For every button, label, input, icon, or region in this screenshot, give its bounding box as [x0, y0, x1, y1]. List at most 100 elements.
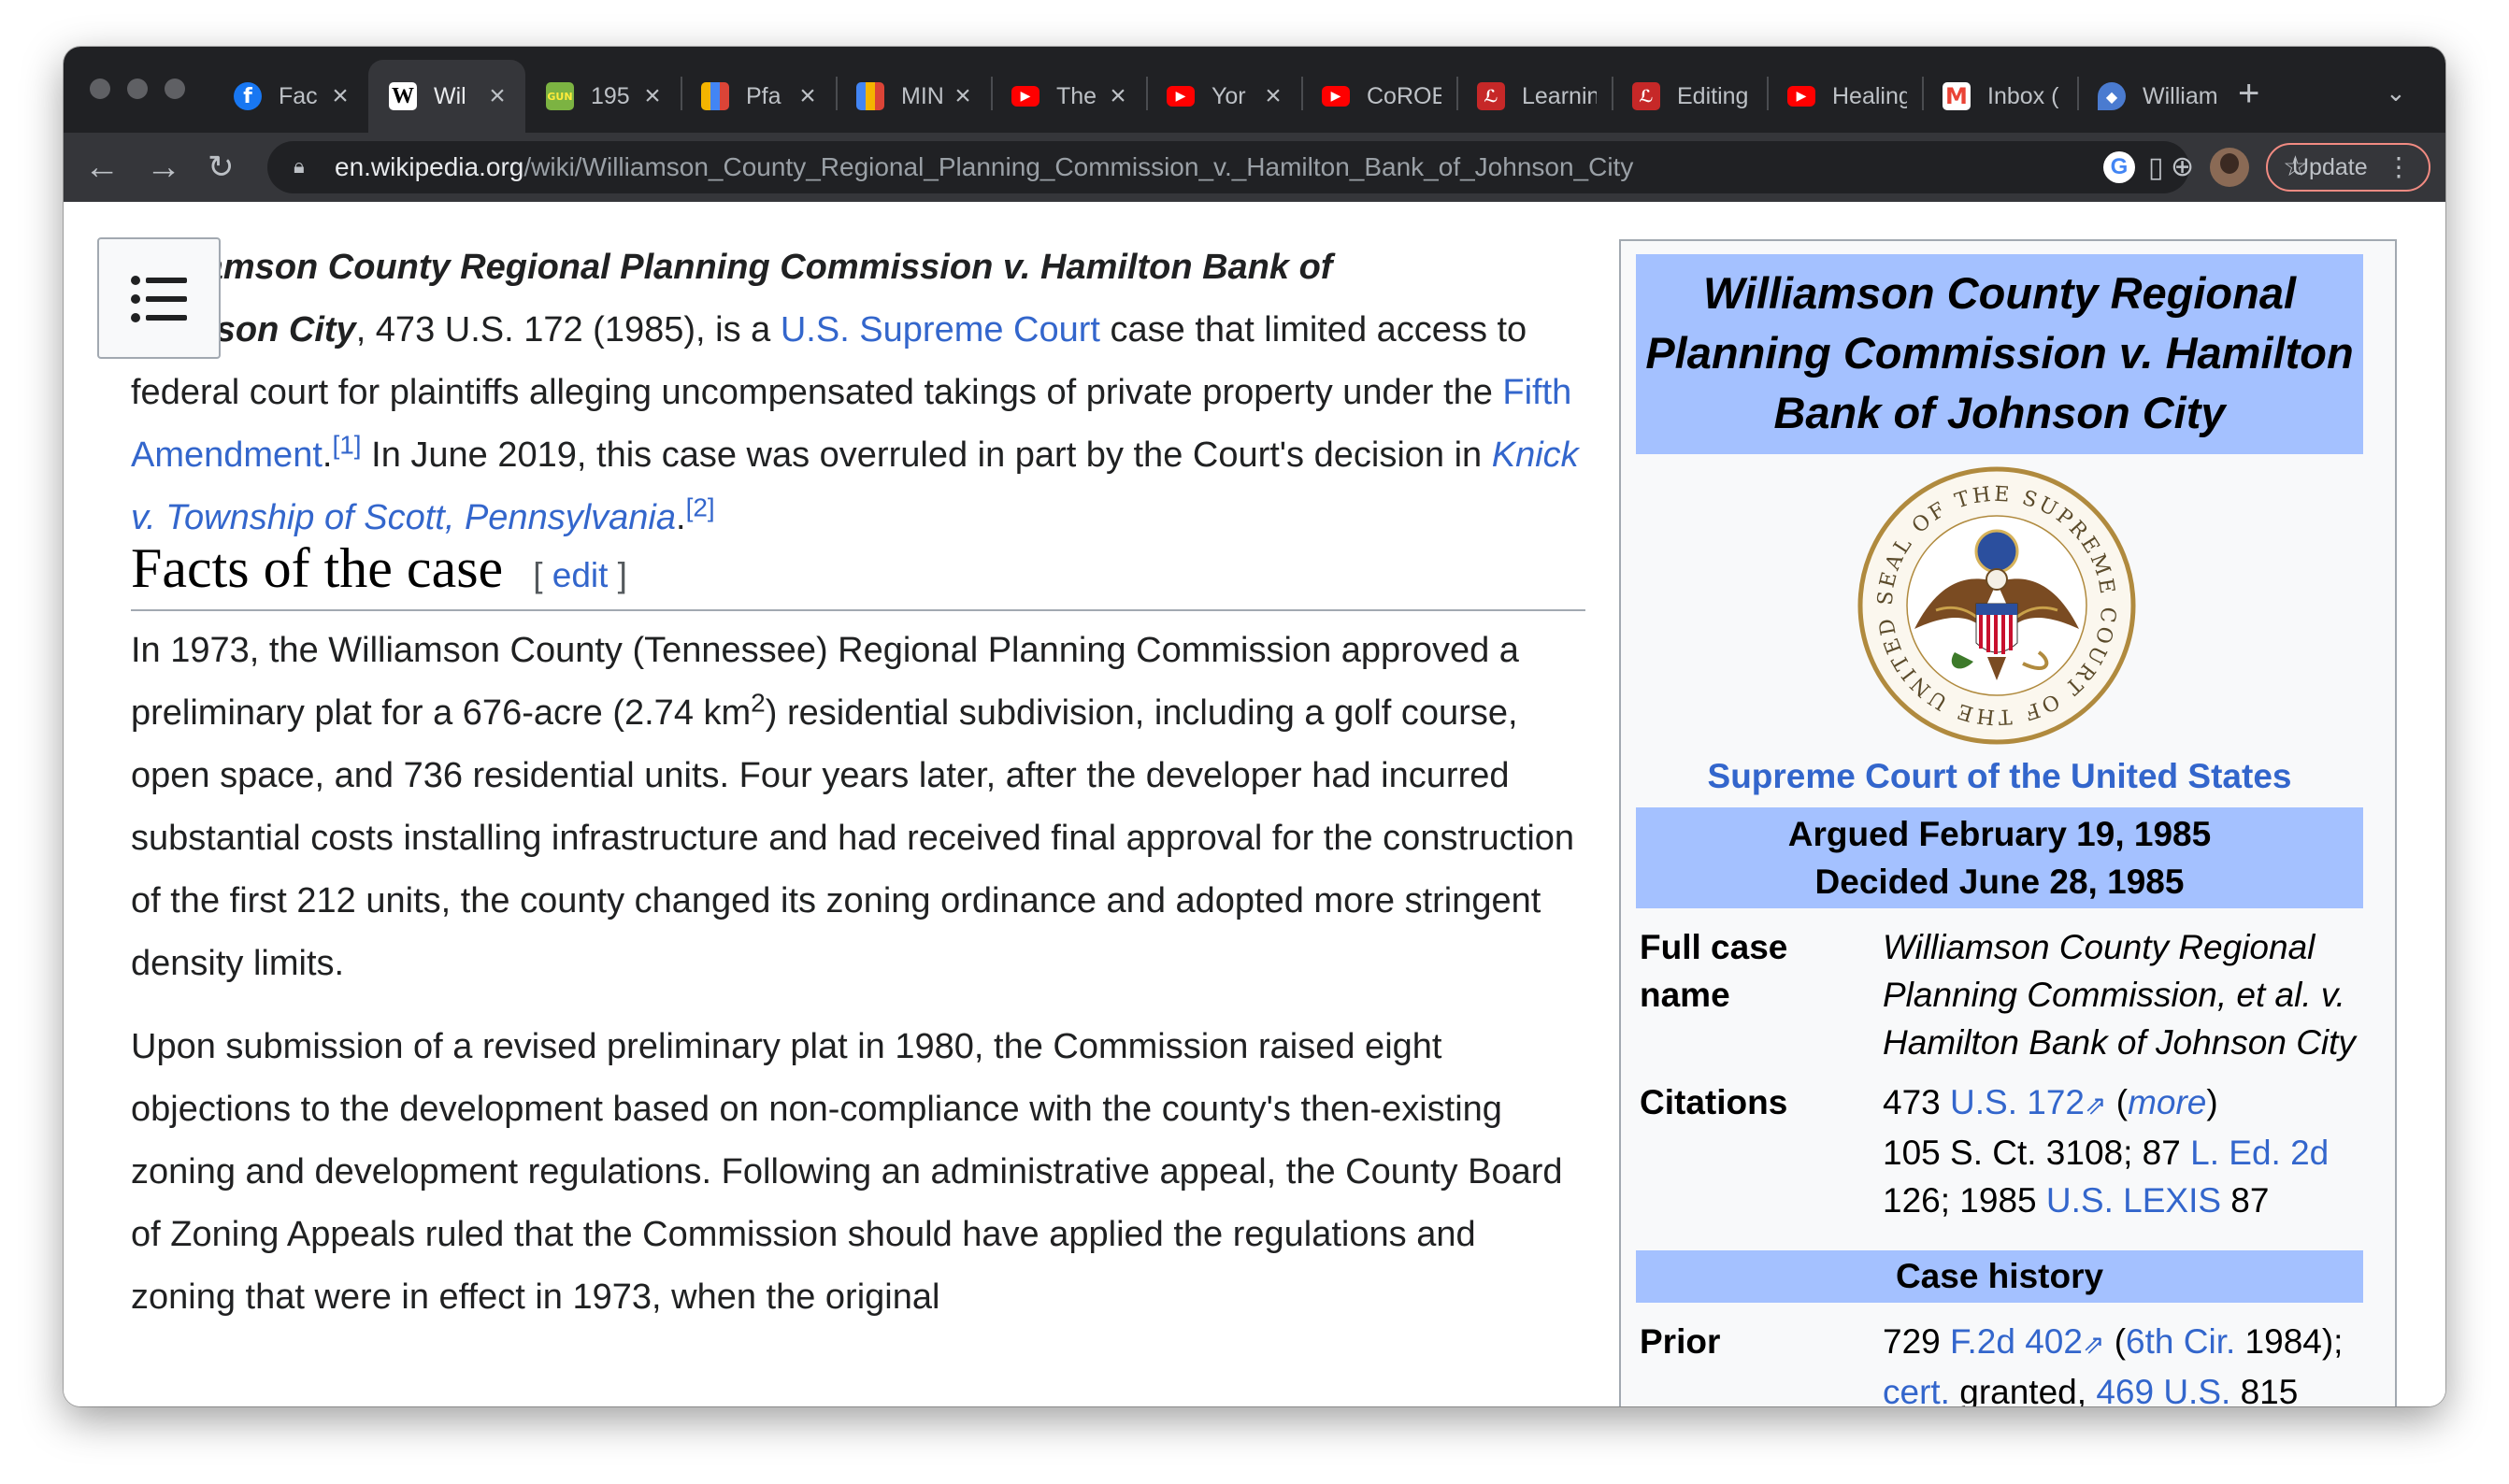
tab-title: Pfa [746, 82, 781, 109]
wikipedia-icon: W [389, 82, 417, 110]
learning-icon: ℒ [1632, 82, 1660, 110]
list-icon [131, 276, 187, 322]
link-cert[interactable]: cert. [1883, 1373, 1950, 1406]
paragraph: Upon submission of a revised preliminary… [131, 1027, 1563, 1317]
chart-icon [856, 82, 884, 110]
tab-youtube-the[interactable]: ▶ The × [991, 60, 1146, 133]
window-zoom-button[interactable] [165, 78, 185, 99]
update-label: Update [2292, 154, 2368, 180]
tab-inbox[interactable]: M Inbox ( [1922, 60, 2077, 133]
link-f2d-402[interactable]: F.2d 402 [1950, 1322, 2083, 1361]
window-close-button[interactable] [90, 78, 110, 99]
page-content: Williamson County Regional Planning Comm… [64, 202, 2445, 1406]
external-link-icon: ⇗ [2082, 1330, 2105, 1359]
tab-editing[interactable]: ℒ Editing [1612, 60, 1767, 133]
tab-gun[interactable]: GUN 195 × [525, 60, 681, 133]
citations-value: 473 U.S. 172⇗ (more) 105 S. Ct. 3108; 87… [1883, 1083, 2330, 1220]
full-case-name-label: Full case name [1640, 928, 1788, 1014]
tab-william[interactable]: ◆ William [2077, 60, 2232, 133]
new-tab-button[interactable]: + [2238, 73, 2259, 115]
youtube-icon: ▶ [1787, 86, 1815, 107]
tab-youtube-coroe[interactable]: ▶ CoROE [1301, 60, 1456, 133]
gmail-icon: M [1943, 82, 1971, 110]
close-icon[interactable]: × [950, 80, 976, 112]
infobox-title: Williamson County Regional Planning Comm… [1636, 254, 2363, 454]
citations-label: Citations [1640, 1083, 1788, 1121]
tab-title: Wil [434, 82, 466, 109]
section-heading: Facts of the case [ edit ] [131, 540, 1585, 611]
decided-date: Decided June 28, 1985 [1814, 863, 2185, 901]
link-us-172[interactable]: U.S. 172 [1950, 1083, 2085, 1121]
tab-youtube-yor[interactable]: ▶ Yor × [1146, 60, 1301, 133]
side-panel-icon[interactable]: ▯ [2148, 151, 2164, 184]
link-supreme-court[interactable]: U.S. Supreme Court [781, 310, 1100, 350]
tab-title: CoROE [1367, 82, 1441, 109]
full-case-name-value: Williamson County Regional Planning Comm… [1883, 928, 2356, 1062]
avatar[interactable] [2210, 148, 2249, 187]
close-icon[interactable]: × [795, 80, 821, 112]
google-icon[interactable]: G [2103, 151, 2135, 183]
lead-paragraph: Williamson County Regional Planning Comm… [131, 248, 1579, 537]
external-link-icon: ⇗ [2085, 1091, 2107, 1120]
more-menu-icon[interactable]: ⋮ [2386, 145, 2412, 190]
supreme-court-seal-icon[interactable]: SEAL OF THE SUPREME COURT OF THE UNITED … [1857, 465, 2137, 746]
edit-section-link[interactable]: edit [552, 556, 609, 594]
reload-button[interactable]: ↻ [208, 144, 235, 191]
zoom-icon[interactable]: ⊕ [2171, 152, 2194, 182]
prior-value: 729 F.2d 402⇗ (6th Cir. 1984); cert. gra… [1883, 1318, 2369, 1406]
tab-title: Healing [1832, 82, 1907, 109]
youtube-icon: ▶ [1011, 86, 1039, 107]
chevron-down-icon[interactable]: ⌄ [2386, 78, 2406, 107]
tab-wikipedia[interactable]: W Wil × [368, 60, 525, 133]
case-history-header: Case history [1636, 1250, 2363, 1303]
gun-icon: GUN [546, 82, 574, 110]
lock-icon: 🔒︎ [294, 154, 305, 178]
edit-link-wrapper: [ edit ] [533, 556, 627, 594]
ref-1[interactable]: [1] [332, 430, 361, 459]
tab-title: Fac [279, 82, 318, 109]
prior-label: Prior [1640, 1322, 1721, 1361]
link-469-us[interactable]: 469 U.S. [2096, 1373, 2230, 1406]
window-minimize-button[interactable] [127, 78, 148, 99]
case-title-bold: Williamson County Regional Planning Comm… [131, 248, 1333, 287]
infobox-dates: Argued February 19, 1985 Decided June 28… [1636, 807, 2363, 908]
tab-facebook[interactable]: f Fac × [213, 60, 368, 133]
youtube-icon: ▶ [1167, 86, 1195, 107]
close-icon[interactable]: × [639, 80, 666, 112]
link-more[interactable]: more [2128, 1083, 2206, 1121]
table-of-contents-button[interactable] [97, 237, 221, 359]
tab-pfa[interactable]: Pfa × [681, 60, 836, 133]
section-title: Facts of the case [131, 537, 504, 599]
link-6th-cir[interactable]: 6th Cir. [2126, 1322, 2235, 1361]
close-icon[interactable]: × [327, 80, 353, 112]
tab-title: 195 [591, 82, 630, 109]
url-text: en.wikipedia.org/wiki/Williamson_County_… [335, 152, 1634, 181]
infobox-caption-link[interactable]: Supreme Court of the United States [1636, 757, 2363, 796]
chart-icon [701, 82, 729, 110]
link-us-lexis[interactable]: U.S. LEXIS [2046, 1181, 2221, 1220]
tab-title: William [2143, 82, 2217, 109]
tab-strip: f Fac × W Wil × GUN 195 × Pfa × MIN × ▶ … [64, 47, 2445, 133]
close-icon[interactable]: × [1105, 80, 1131, 112]
close-icon[interactable]: × [484, 80, 510, 112]
browser-toolbar: ← → ↻ 🔒︎ en.wikipedia.org/wiki/Williamso… [64, 133, 2445, 202]
forward-button[interactable]: → [146, 144, 181, 191]
infobox: Williamson County Regional Planning Comm… [1619, 239, 2397, 1406]
update-button[interactable]: Update ⋮ [2266, 143, 2430, 192]
ref-2[interactable]: [2] [686, 492, 715, 521]
browser-window: f Fac × W Wil × GUN 195 × Pfa × MIN × ▶ … [64, 47, 2445, 1406]
paragraph: In 1973, the Williamson County (Tennesse… [131, 631, 1575, 983]
tab-learning[interactable]: ℒ Learnin [1456, 60, 1612, 133]
argued-date: Argued February 19, 1985 [1787, 815, 2212, 853]
back-button[interactable]: ← [84, 144, 120, 191]
tab-min[interactable]: MIN × [836, 60, 991, 133]
tab-healing[interactable]: ▶ Healing [1767, 60, 1922, 133]
learning-icon: ℒ [1477, 82, 1505, 110]
address-bar[interactable]: 🔒︎ en.wikipedia.org/wiki/Williamson_Coun… [267, 141, 2308, 193]
close-icon[interactable]: × [1260, 80, 1286, 112]
tab-title: The [1056, 82, 1097, 109]
youtube-icon: ▶ [1322, 86, 1350, 107]
tab-title: Learnin [1522, 82, 1597, 109]
link-led-2d[interactable]: L. Ed. 2d [2190, 1134, 2329, 1172]
tab-title: MIN [901, 82, 944, 109]
